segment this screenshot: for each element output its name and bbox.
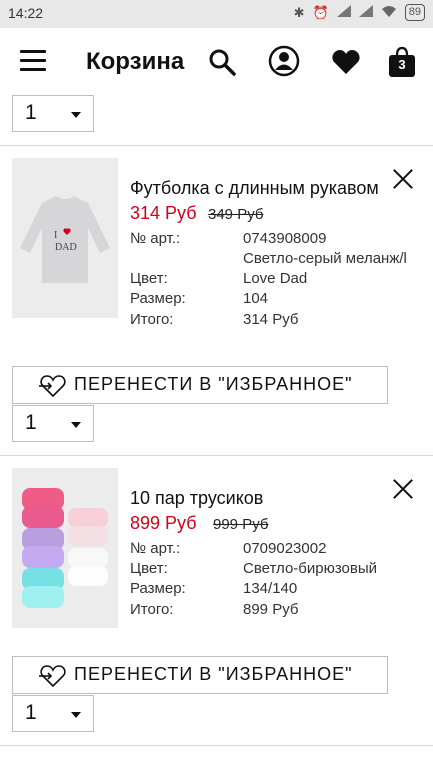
detail-value: 0709023002 <box>243 540 327 557</box>
move-to-favorites-button[interactable]: ПЕРЕНЕСТИ В "ИЗБРАННОЕ" <box>12 656 388 694</box>
detail-value: Love Dad <box>243 270 308 287</box>
detail-label: Итого: <box>130 311 174 328</box>
divider <box>0 745 433 746</box>
detail-label: Итого: <box>130 601 174 618</box>
remove-item-close-icon[interactable] <box>392 168 414 190</box>
quantity-value: 1 <box>25 701 37 724</box>
quantity-value: 1 <box>25 411 37 434</box>
heart-move-icon <box>39 664 67 693</box>
price-current: 899 Руб <box>130 513 197 533</box>
bag-count-badge: 3 <box>398 57 406 72</box>
favorites-heart-icon[interactable] <box>332 49 360 80</box>
price-current: 314 Руб <box>130 203 197 223</box>
tee-print-text-2: DAD <box>55 242 77 253</box>
app-header: Корзина 3 <box>0 28 433 98</box>
quantity-select[interactable]: 1 <box>12 405 94 442</box>
divider <box>0 455 433 456</box>
divider <box>0 145 433 146</box>
detail-value: 134/140 <box>243 580 298 597</box>
wifi-icon <box>381 5 397 20</box>
price-original: 349 Руб <box>208 206 264 223</box>
detail-label: № арт.: <box>130 540 181 557</box>
product-image[interactable] <box>12 468 118 628</box>
status-time: 14:22 <box>8 5 44 21</box>
heart-move-icon <box>39 374 67 403</box>
alarm-off-icon: ⏰ <box>312 4 329 20</box>
chevron-down-icon <box>71 712 81 718</box>
shopping-bag-icon[interactable]: 3 <box>388 46 416 83</box>
detail-label: Цвет: <box>130 270 168 287</box>
price-original: 999 Руб <box>213 516 269 533</box>
detail-label: № арт.: <box>130 230 181 247</box>
status-bar: 14:22 ✱ ⏰ 89 <box>0 0 433 28</box>
search-icon[interactable] <box>208 48 236 81</box>
menu-icon[interactable] <box>20 50 46 72</box>
detail-value: 899 Руб <box>243 601 299 618</box>
chevron-down-icon <box>71 112 81 118</box>
quantity-select[interactable]: 1 <box>12 95 94 132</box>
detail-label: Размер: <box>130 290 186 307</box>
signal-icon-2 <box>358 5 373 20</box>
detail-value: 314 Руб <box>243 311 299 328</box>
chevron-down-icon <box>71 422 81 428</box>
tee-print-text: I <box>54 230 57 241</box>
page-title: Корзина <box>86 48 185 75</box>
detail-value: 104 <box>243 290 269 307</box>
move-to-favorites-label: ПЕРЕНЕСТИ В "ИЗБРАННОЕ" <box>74 374 353 394</box>
signal-icon <box>336 5 351 20</box>
remove-item-close-icon[interactable] <box>392 478 414 500</box>
product-name[interactable]: Футболка с длинным рукавом <box>130 178 379 199</box>
detail-label: Размер: <box>130 580 186 597</box>
quantity-select[interactable]: 1 <box>12 695 94 732</box>
product-name[interactable]: 10 пар трусиков <box>130 488 263 509</box>
detail-label: Цвет: <box>130 560 168 577</box>
quantity-value: 1 <box>25 101 37 124</box>
move-to-favorites-button[interactable]: ПЕРЕНЕСТИ В "ИЗБРАННОЕ" <box>12 366 388 404</box>
status-icons: ✱ ⏰ 89 <box>294 4 425 21</box>
detail-value: Светло-бирюзовый <box>243 560 378 577</box>
move-to-favorites-label: ПЕРЕНЕСТИ В "ИЗБРАННОЕ" <box>74 664 353 684</box>
bluetooth-icon: ✱ <box>293 4 305 20</box>
product-image[interactable]: I DAD <box>12 158 118 318</box>
detail-value: Светло-серый меланж/l <box>243 250 407 267</box>
detail-value: 0743908009 <box>243 230 327 247</box>
account-icon[interactable] <box>268 45 300 82</box>
battery-indicator: 89 <box>404 4 425 21</box>
